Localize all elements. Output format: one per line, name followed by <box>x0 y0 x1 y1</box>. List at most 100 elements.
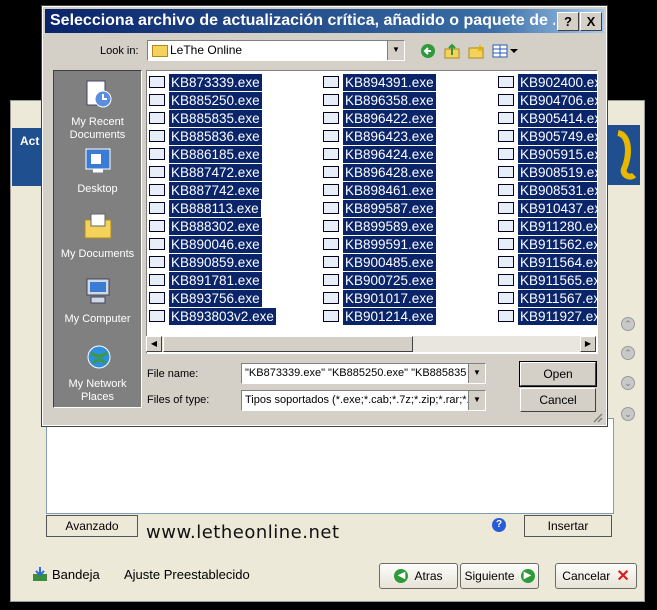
file-item[interactable]: KB893803v2.exe <box>149 307 276 325</box>
up-folder-icon[interactable] <box>444 43 460 59</box>
back-button[interactable]: ◀ Atras <box>379 563 458 589</box>
place-desktop[interactable]: Desktop <box>54 146 141 196</box>
file-item[interactable]: KB890859.exe <box>149 253 276 271</box>
scroll-thumb[interactable] <box>163 336 413 352</box>
file-item[interactable]: KB911565.exe <box>498 271 597 289</box>
file-item[interactable]: KB886185.exe <box>149 145 276 163</box>
file-item[interactable]: KB896358.exe <box>323 91 436 109</box>
file-item[interactable]: KB894391.exe <box>323 73 436 91</box>
tab-advanced[interactable]: Avanzado <box>46 515 138 537</box>
cancel-button[interactable]: Cancel <box>520 388 596 412</box>
exe-file-icon <box>149 148 165 160</box>
file-item[interactable]: KB896422.exe <box>323 109 436 127</box>
file-item[interactable]: KB898461.exe <box>323 181 436 199</box>
file-item[interactable]: KB899589.exe <box>323 217 436 235</box>
file-item[interactable]: KB911567.exe <box>498 289 597 307</box>
file-name: KB899587.exe <box>343 199 436 217</box>
file-list[interactable]: KB873339.exe KB885250.exe KB885835.exe KB88… <box>146 70 598 354</box>
next-button[interactable]: Siguiente ▶ <box>460 563 539 589</box>
file-item[interactable]: KB891781.exe <box>149 271 276 289</box>
file-name: KB905749.exe <box>518 127 597 145</box>
exe-file-icon <box>323 166 339 178</box>
file-name: KB898461.exe <box>343 181 436 199</box>
file-item[interactable]: KB888302.exe <box>149 217 276 235</box>
file-item[interactable]: KB885836.exe <box>149 127 276 145</box>
file-name-input[interactable]: "KB873339.exe" "KB885250.exe" "KB885835 … <box>241 363 486 384</box>
place-my-computer[interactable]: My Computer <box>54 276 141 326</box>
file-item[interactable]: KB885250.exe <box>149 91 276 109</box>
file-item[interactable]: KB900485.exe <box>323 253 436 271</box>
dialog-titlebar[interactable]: Selecciona archivo de actualización crít… <box>45 9 604 33</box>
next-button-label: Siguiente <box>464 569 515 583</box>
new-folder-icon[interactable] <box>468 43 484 59</box>
file-item[interactable]: KB908531.exe <box>498 181 597 199</box>
file-item[interactable]: KB911280.exe <box>498 217 597 235</box>
move-down-icon[interactable]: ⌄ <box>621 376 635 390</box>
file-item[interactable]: KB896423.exe <box>323 127 436 145</box>
file-item[interactable]: KB911562.exe <box>498 235 597 253</box>
file-item[interactable]: KB908519.exe <box>498 163 597 181</box>
header-text: Act <box>20 134 40 148</box>
place-my-documents[interactable]: My Documents <box>54 211 141 261</box>
resize-grip-icon[interactable] <box>591 411 603 423</box>
file-name: KB873339.exe <box>169 73 262 91</box>
insert-button[interactable]: Insertar <box>524 515 612 537</box>
exe-file-icon <box>323 256 339 268</box>
preset-button[interactable]: Ajuste Preestablecido <box>124 567 250 582</box>
file-item[interactable]: KB896424.exe <box>323 145 436 163</box>
file-item[interactable]: KB910437.exe <box>498 199 597 217</box>
scroll-left-icon[interactable]: ◀ <box>146 336 162 352</box>
move-bottom-icon[interactable]: ⌄ <box>621 407 635 421</box>
help-icon[interactable]: ? <box>492 518 506 532</box>
back-icon[interactable] <box>420 43 436 59</box>
exe-file-icon <box>323 310 339 322</box>
file-item[interactable]: KB873339.exe <box>149 73 276 91</box>
chevron-down-icon[interactable]: ▼ <box>387 41 404 60</box>
cancel-wizard-button[interactable]: Cancelar ✕ <box>555 563 637 589</box>
place-label: My Recent Documents <box>69 116 126 141</box>
file-item[interactable]: KB896428.exe <box>323 163 436 181</box>
place-recent-documents[interactable]: My Recent Documents <box>54 79 141 142</box>
file-item[interactable]: KB911927.exe <box>498 307 597 325</box>
file-item[interactable]: KB899587.exe <box>323 199 436 217</box>
file-item[interactable]: KB893756.exe <box>149 289 276 307</box>
file-item[interactable]: KB900725.exe <box>323 271 436 289</box>
open-button[interactable]: Open <box>519 361 597 387</box>
my-computer-icon <box>86 278 109 304</box>
help-button[interactable]: ? <box>557 12 579 31</box>
file-item[interactable]: KB899591.exe <box>323 235 436 253</box>
tray-button[interactable]: Bandeja <box>52 567 100 582</box>
file-item[interactable]: KB911564.exe <box>498 253 597 271</box>
file-column-3: KB902400.exeKB904706.exeKB905414.exeKB90… <box>498 73 597 325</box>
file-type-dropdown-icon[interactable]: ▼ <box>468 391 485 410</box>
exe-file-icon <box>149 274 165 286</box>
file-item[interactable]: KB904706.exe <box>498 91 597 109</box>
file-item[interactable]: KB905749.exe <box>498 127 597 145</box>
close-button[interactable]: X <box>580 12 602 31</box>
file-item[interactable]: KB901017.exe <box>323 289 436 307</box>
move-top-icon[interactable]: ⌃ <box>621 317 635 331</box>
file-item[interactable]: KB887472.exe <box>149 163 276 181</box>
move-up-icon[interactable]: ⌃ <box>621 346 635 360</box>
file-type-select[interactable]: Tipos soportados (*.exe;*.cab;*.7z;*.zip… <box>241 390 486 411</box>
file-item[interactable]: KB905915.exe <box>498 145 597 163</box>
place-network-places[interactable]: My Network Places <box>54 341 141 404</box>
file-item[interactable]: KB902400.exe <box>498 73 597 91</box>
exe-file-icon <box>323 274 339 286</box>
file-name: KB885836.exe <box>169 127 262 145</box>
file-name-dropdown-icon[interactable]: ▼ <box>468 364 485 383</box>
file-item[interactable]: KB885835.exe <box>149 109 276 127</box>
horizontal-scrollbar[interactable]: ◀ ▶ <box>146 336 596 352</box>
look-in-dropdown[interactable]: LeThe Online ▼ <box>147 40 405 61</box>
file-item[interactable]: KB887742.exe <box>149 181 276 199</box>
file-item[interactable]: KB888113.exe <box>149 199 276 217</box>
file-column-1: KB873339.exe KB885250.exe KB885835.exe KB88… <box>149 73 276 325</box>
scroll-right-icon[interactable]: ▶ <box>580 336 596 352</box>
file-item[interactable]: KB890046.exe <box>149 235 276 253</box>
file-name: KB896358.exe <box>343 91 436 109</box>
file-name: KB902400.exe <box>518 73 597 91</box>
exe-file-icon <box>323 184 339 196</box>
view-menu-icon[interactable] <box>492 43 518 59</box>
file-item[interactable]: KB905414.exe <box>498 109 597 127</box>
file-item[interactable]: KB901214.exe <box>323 307 436 325</box>
